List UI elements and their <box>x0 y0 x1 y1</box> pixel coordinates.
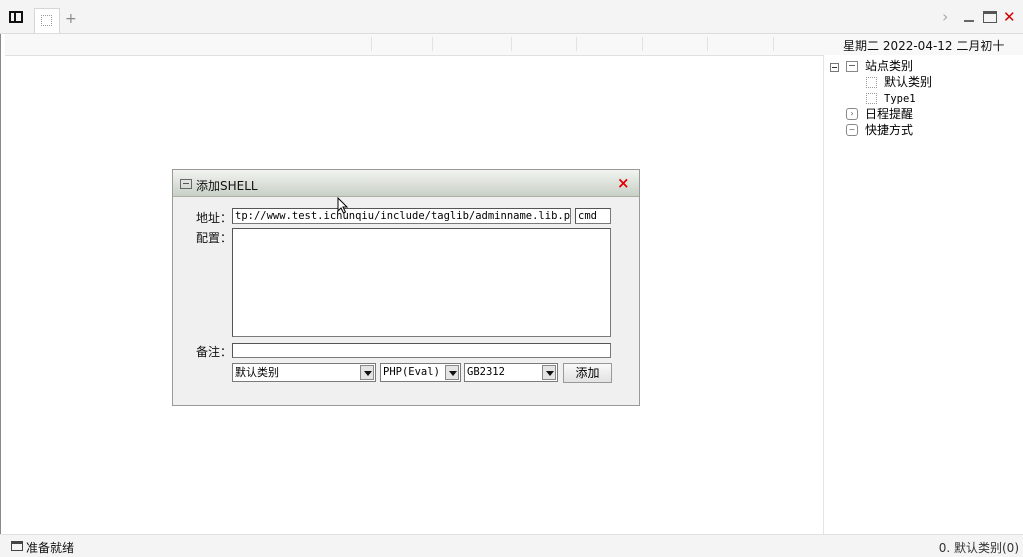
toolbar-divider <box>576 37 577 51</box>
toolbar-divider <box>511 37 512 51</box>
category-icon <box>866 93 877 104</box>
dialog-title: 添加SHELL <box>196 179 258 193</box>
dialog-title-bar[interactable]: 添加SHELL × <box>173 170 639 197</box>
note-input[interactable] <box>232 343 611 358</box>
encoding-select-value: GB2312 <box>467 366 505 378</box>
mouse-cursor-icon <box>337 197 349 214</box>
tree-item-site-category[interactable]: 站点类别 <box>865 58 913 74</box>
toolbar-divider <box>773 37 774 51</box>
category-count: 0. 默认类别(0) <box>938 541 1019 555</box>
note-label: 备注： <box>196 345 233 359</box>
add-button[interactable]: 添加 <box>563 363 612 383</box>
tree-item-shortcuts[interactable]: 快捷方式 <box>865 122 913 138</box>
toolbar-divider <box>642 37 643 51</box>
status-text: 准备就绪 <box>26 541 75 555</box>
password-input[interactable]: cmd <box>575 208 611 224</box>
chevron-down-icon[interactable] <box>360 365 374 380</box>
tree-item-schedule[interactable]: 日程提醒 <box>865 106 913 122</box>
category-icon <box>866 77 877 88</box>
address-label: 地址： <box>196 211 233 225</box>
close-icon[interactable]: ✕ <box>1003 10 1016 25</box>
address-toolbar <box>5 34 823 56</box>
panel-toggle-icon[interactable] <box>9 11 23 23</box>
tab-home[interactable] <box>34 8 60 33</box>
category-select[interactable]: 默认类别 <box>232 363 376 382</box>
chevron-right-icon[interactable]: › <box>942 9 948 25</box>
tree-item-type1[interactable]: Type1 <box>884 91 916 107</box>
date-display: 星期二 2022-04-12 二月初十 <box>823 34 1023 56</box>
config-label: 配置： <box>196 231 233 245</box>
encoding-select[interactable]: GB2312 <box>464 363 558 382</box>
new-tab-button[interactable]: + <box>65 12 77 26</box>
category-select-value: 默认类别 <box>235 366 279 379</box>
script-type-select[interactable]: PHP(Eval) <box>380 363 461 382</box>
shortcut-icon: ~ <box>846 124 858 136</box>
folder-icon <box>846 61 858 72</box>
collapse-icon[interactable] <box>830 63 839 72</box>
schedule-icon: › <box>846 108 858 120</box>
chevron-down-icon[interactable] <box>445 365 459 380</box>
date-text: 星期二 2022-04-12 二月初十 <box>843 39 1005 53</box>
toolbar-divider <box>371 37 372 51</box>
tab-page-icon <box>41 15 52 26</box>
dialog-close-icon[interactable]: × <box>617 174 630 192</box>
chevron-down-icon[interactable] <box>542 365 556 380</box>
add-shell-dialog: 添加SHELL × 地址： tp://www.test.ichunqiu/inc… <box>172 169 640 406</box>
status-bar: 准备就绪 0. 默认类别(0) <box>0 534 1023 557</box>
toolbar-divider <box>432 37 433 51</box>
address-input[interactable]: tp://www.test.ichunqiu/include/taglib/ad… <box>232 208 571 224</box>
config-textarea[interactable] <box>232 228 611 337</box>
tree-item-default-category[interactable]: 默认类别 <box>884 74 932 90</box>
dialog-window-icon <box>180 179 192 189</box>
minimize-icon[interactable] <box>964 20 974 22</box>
maximize-icon[interactable] <box>983 11 997 23</box>
tab-bar: + › ✕ <box>0 0 1023 34</box>
site-tree: 站点类别 默认类别 Type1 › 日程提醒 ~ 快捷方式 <box>823 55 1023 534</box>
script-type-select-value: PHP(Eval) <box>383 366 440 378</box>
status-window-icon <box>11 541 23 551</box>
toolbar-divider <box>707 37 708 51</box>
